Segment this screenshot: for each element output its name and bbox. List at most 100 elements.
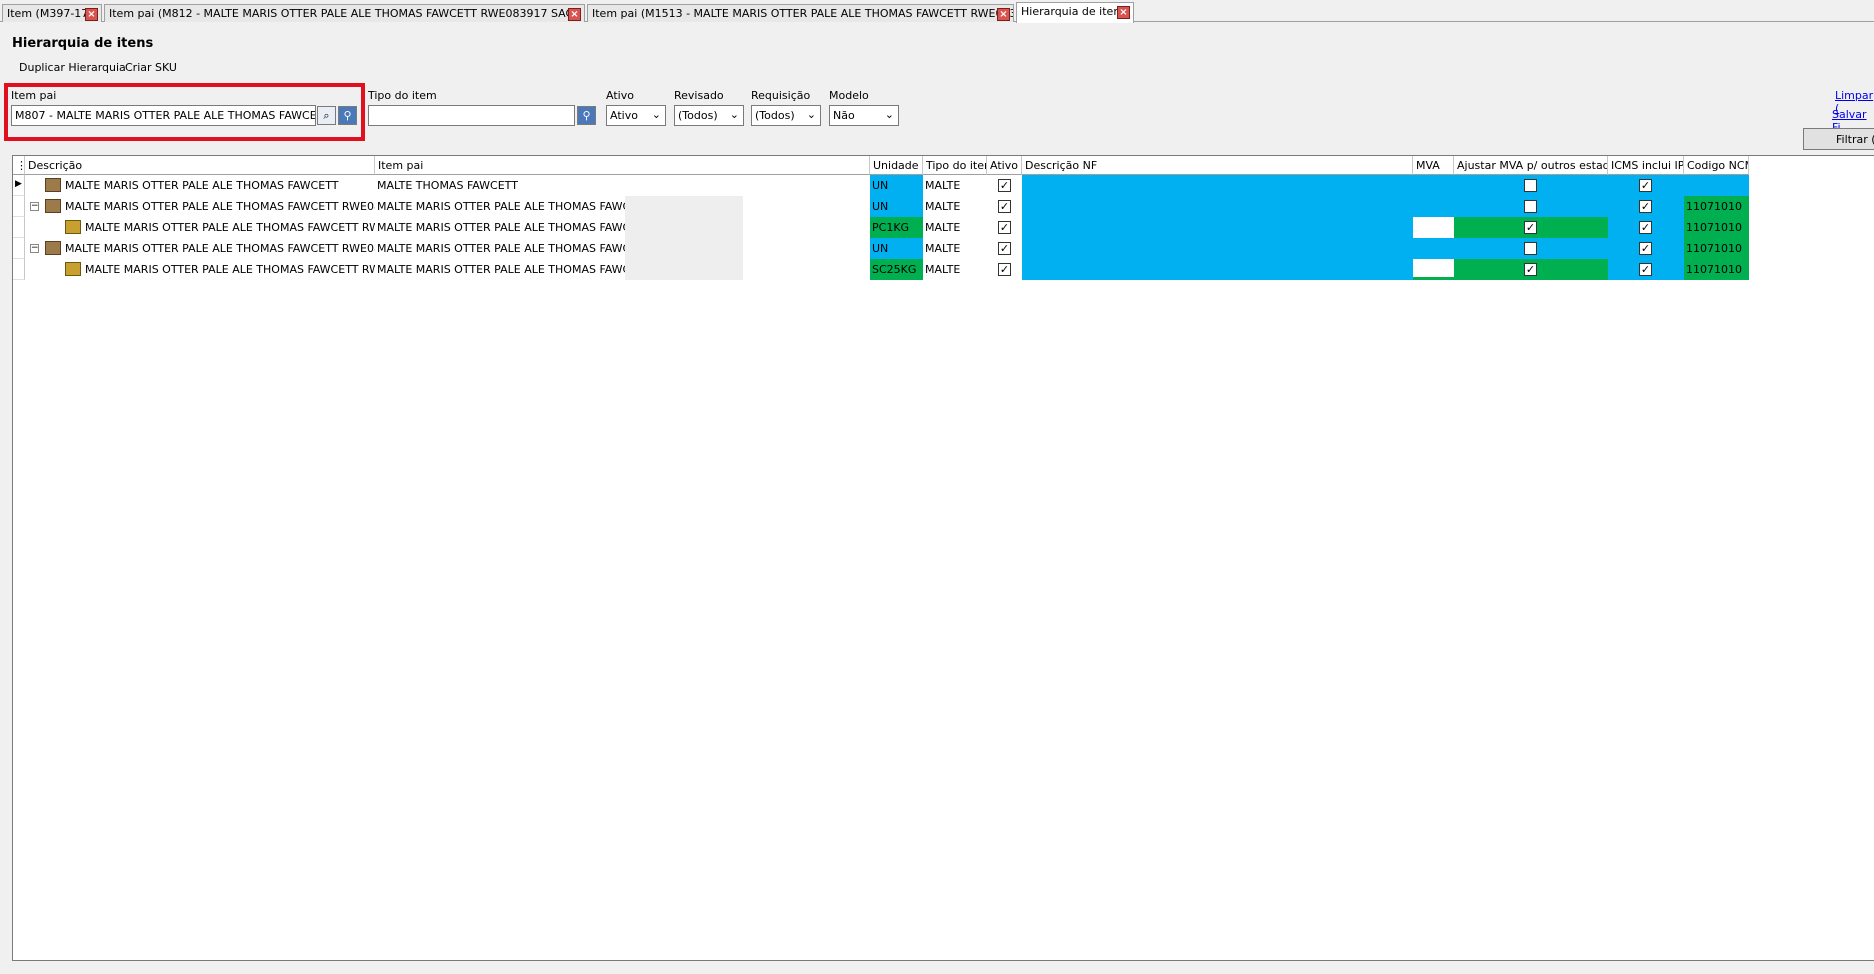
tab-item-pai-m1513[interactable]: Item pai (M1513 - MALTE MARIS OTTER PALE… [587, 4, 1014, 22]
col-ncm[interactable]: Codigo NCM [1684, 156, 1749, 175]
cell-descricao[interactable]: MALTE MARIS OTTER PALE ALE THOMAS FAWCET… [63, 238, 375, 259]
create-sku-button[interactable]: Criar SKU [125, 61, 177, 74]
cell-descricao-nf[interactable] [1022, 259, 1413, 280]
row-selector[interactable] [13, 238, 25, 259]
ajustar-mva-checkbox[interactable] [1524, 242, 1537, 255]
requisicao-label: Requisição [751, 89, 811, 102]
tab-item-pai-m812[interactable]: Item pai (M812 - MALTE MARIS OTTER PALE … [104, 4, 585, 22]
ativo-value: Ativo [610, 109, 638, 122]
sku-icon [65, 262, 81, 276]
icms-checkbox[interactable]: ✓ [1639, 263, 1652, 276]
col-ajustar-mva[interactable]: Ajustar MVA p/ outros estados [1454, 156, 1608, 175]
icms-checkbox[interactable]: ✓ [1639, 200, 1652, 213]
collapse-icon[interactable]: − [30, 244, 39, 253]
cell-item-pai[interactable]: MALTE MARIS OTTER PALE ALE THOMAS FAWCET… [375, 196, 625, 217]
binoculars-icon[interactable]: ⚲ [577, 106, 596, 125]
cell-ncm[interactable]: 11071010 [1684, 259, 1749, 280]
item-icon [45, 241, 61, 255]
modelo-select[interactable]: Não ⌄ [829, 105, 899, 126]
cell-tipo[interactable]: MALTE [923, 217, 987, 238]
cell-tipo[interactable]: MALTE [923, 196, 987, 217]
close-icon[interactable]: × [568, 8, 581, 21]
page-title: Hierarquia de itens [12, 36, 154, 51]
cell-item-pai[interactable]: MALTE THOMAS FAWCETT [375, 175, 625, 196]
cell-ncm[interactable]: 11071010 [1684, 217, 1749, 238]
cell-unidade[interactable]: PC1KG [870, 217, 923, 238]
ativo-label: Ativo [606, 89, 634, 102]
sku-icon [65, 220, 81, 234]
cell-descricao[interactable]: MALTE MARIS OTTER PALE ALE THOMAS FAWCET… [83, 259, 375, 280]
chevron-down-icon: ⌄ [651, 108, 661, 121]
filtrar-button[interactable]: Filtrar (F [1803, 128, 1874, 150]
collapse-icon[interactable]: − [30, 202, 39, 211]
ativo-checkbox[interactable]: ✓ [998, 242, 1011, 255]
col-tipo[interactable]: Tipo do item [923, 156, 987, 175]
chevron-down-icon: ⌄ [806, 108, 816, 121]
row-selector[interactable] [13, 196, 25, 217]
cell-descricao[interactable]: MALTE MARIS OTTER PALE ALE THOMAS FAWCET… [83, 217, 375, 238]
requisicao-select[interactable]: (Todos) ⌄ [751, 105, 821, 126]
cell-descricao[interactable]: MALTE MARIS OTTER PALE ALE THOMAS FAWCET… [63, 196, 375, 217]
tab-label: Hierarquia de itens [1021, 5, 1127, 18]
cell-unidade[interactable]: UN [870, 175, 923, 196]
modelo-value: Não [833, 109, 855, 122]
icms-checkbox[interactable]: ✓ [1639, 242, 1652, 255]
item-icon [45, 178, 61, 192]
cell-tipo[interactable]: MALTE [923, 175, 987, 196]
cell-unidade[interactable]: UN [870, 238, 923, 259]
cell-ncm[interactable]: 11071010 [1684, 196, 1749, 217]
revisado-select[interactable]: (Todos) ⌄ [674, 105, 744, 126]
ativo-checkbox[interactable]: ✓ [998, 263, 1011, 276]
cell-descricao-nf[interactable] [1022, 238, 1684, 259]
chevron-down-icon: ⌄ [729, 108, 739, 121]
col-ativo[interactable]: Ativo [987, 156, 1022, 175]
cell-unidade[interactable]: SC25KG [870, 259, 923, 280]
cell-descricao-nf[interactable] [1022, 217, 1413, 238]
tab-hierarquia[interactable]: Hierarquia de itens × [1016, 2, 1134, 23]
revisado-value: (Todos) [678, 109, 718, 122]
cell-item-pai[interactable]: MALTE MARIS OTTER PALE ALE THOMAS FAWCET… [375, 217, 625, 238]
tipo-item-label: Tipo do item [368, 89, 437, 102]
icms-checkbox[interactable]: ✓ [1639, 221, 1652, 234]
cell-ncm[interactable]: 11071010 [1684, 238, 1749, 259]
cell-tipo[interactable]: MALTE [923, 238, 987, 259]
ativo-checkbox[interactable]: ✓ [998, 179, 1011, 192]
ativo-checkbox[interactable]: ✓ [998, 200, 1011, 213]
cell-tipo[interactable]: MALTE [923, 259, 987, 280]
grid-options-icon[interactable]: ⋮ [13, 156, 25, 175]
tipo-item-field[interactable] [368, 105, 575, 126]
tab-item[interactable]: Item (M397-17) × [2, 4, 102, 22]
revisado-label: Revisado [674, 89, 724, 102]
cell-item-pai[interactable]: MALTE MARIS OTTER PALE ALE THOMAS FAWCET… [375, 259, 625, 280]
close-icon[interactable]: × [997, 8, 1010, 21]
tab-label: Item (M397-17) [7, 7, 93, 20]
row-selector[interactable] [13, 259, 25, 280]
ativo-checkbox[interactable]: ✓ [998, 221, 1011, 234]
ativo-select[interactable]: Ativo ⌄ [606, 105, 666, 126]
col-icms[interactable]: ICMS inclui IPI [1608, 156, 1684, 175]
cell-descricao-nf[interactable] [1022, 196, 1684, 217]
cell-blank [625, 196, 743, 217]
icms-checkbox[interactable]: ✓ [1639, 179, 1652, 192]
cell-descricao[interactable]: MALTE MARIS OTTER PALE ALE THOMAS FAWCET… [63, 175, 375, 196]
duplicate-hierarchy-button[interactable]: Duplicar Hierarquia [19, 61, 126, 74]
cell-mva[interactable] [1413, 277, 1454, 280]
row-selector[interactable] [13, 217, 25, 238]
ajustar-mva-checkbox[interactable]: ✓ [1524, 263, 1537, 276]
col-mva[interactable]: MVA [1413, 156, 1454, 175]
row-selector[interactable]: ▶ [13, 175, 25, 196]
col-unidade[interactable]: Unidade [870, 156, 923, 175]
cell-blank [625, 217, 743, 238]
requisicao-value: (Todos) [755, 109, 795, 122]
ajustar-mva-checkbox[interactable]: ✓ [1524, 221, 1537, 234]
col-item-pai[interactable]: Item pai [375, 156, 870, 175]
close-icon[interactable]: × [85, 8, 98, 21]
tab-label: Item pai (M1513 - MALTE MARIS OTTER PALE… [592, 7, 1014, 20]
cell-item-pai[interactable]: MALTE MARIS OTTER PALE ALE THOMAS FAWCET… [375, 238, 625, 259]
col-descricao[interactable]: Descrição [25, 156, 375, 175]
cell-unidade[interactable]: UN [870, 196, 923, 217]
col-descricao-nf[interactable]: Descrição NF [1022, 156, 1413, 175]
ajustar-mva-checkbox[interactable] [1524, 200, 1537, 213]
ajustar-mva-checkbox[interactable] [1524, 179, 1537, 192]
close-icon[interactable]: × [1117, 6, 1130, 19]
